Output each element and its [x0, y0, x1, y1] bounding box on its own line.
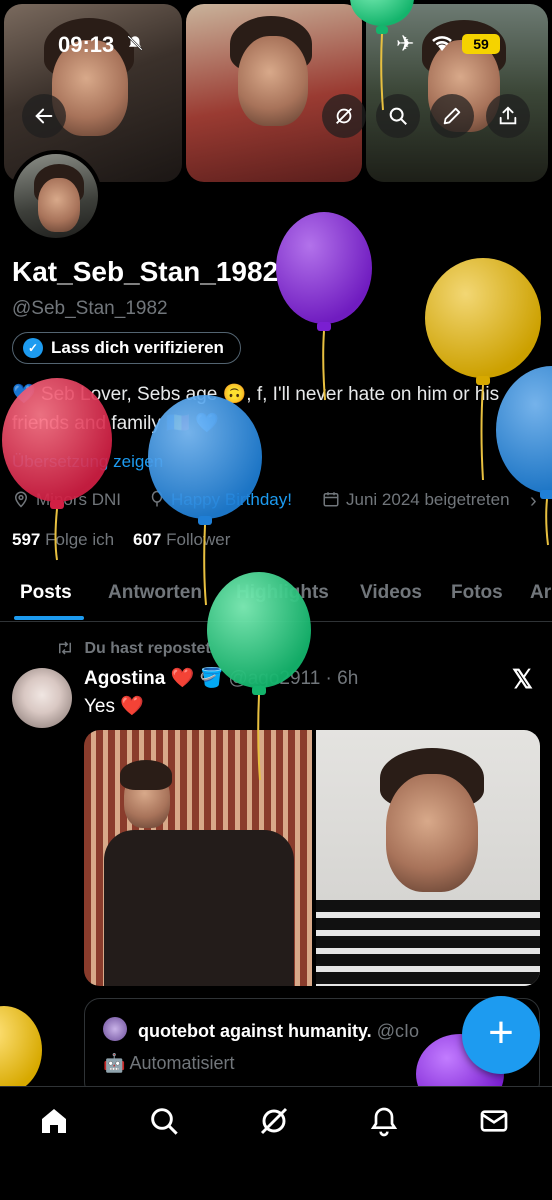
balloon-purple: [276, 212, 372, 401]
search-button[interactable]: [376, 94, 420, 138]
post-image-1[interactable]: [84, 730, 312, 986]
verified-badge-icon: ✓: [23, 338, 43, 358]
profile-tabs: Posts Antworten Highlights Videos Fotos …: [0, 568, 552, 622]
post-image-2[interactable]: [316, 730, 540, 986]
active-tab-indicator: [14, 616, 84, 620]
battery-indicator: 59: [462, 34, 500, 54]
repost-icon: [56, 640, 84, 657]
profile-handle: @Seb_Stan_1982: [12, 298, 168, 319]
profile-meta: Minors DNI Happy Birthday! Juni 2024 bei…: [12, 490, 552, 516]
home-icon[interactable]: [38, 1105, 70, 1137]
quote-header: quotebot against humanity. @cIo: [103, 1017, 419, 1042]
chevron-right-icon[interactable]: ›: [530, 490, 537, 513]
post-text: Yes ❤️: [84, 696, 144, 717]
automated-text: Automatisiert: [129, 1053, 235, 1073]
share-icon: [499, 106, 517, 125]
balloon-yellow: [425, 258, 541, 481]
automated-label: 🤖 Automatisiert: [103, 1053, 234, 1074]
tab-photos[interactable]: Fotos: [451, 582, 503, 604]
translate-link[interactable]: Übersetzung zeigen: [12, 452, 163, 472]
tab-articles[interactable]: Ar: [530, 582, 551, 604]
location-pin-icon: [12, 490, 30, 513]
bell-icon[interactable]: [368, 1105, 400, 1137]
pencil-icon: [443, 107, 461, 125]
profile-bio: 💙 Seb Lover, Sebs age 🙃, f, I'll never h…: [12, 384, 500, 434]
mail-icon[interactable]: [478, 1105, 510, 1137]
following-count[interactable]: 597: [12, 530, 40, 549]
bottom-navigation: [0, 1086, 552, 1200]
balloon-yellow-bottom: [0, 1006, 42, 1094]
compose-post-button[interactable]: +: [462, 996, 540, 1074]
x-logo-icon: 𝕏: [512, 664, 533, 694]
balloon-link-icon: [148, 490, 166, 513]
repost-label: Du hast repostet: [84, 640, 211, 657]
repost-indicator: Du hast repostet: [56, 640, 211, 658]
grok-icon[interactable]: [258, 1105, 290, 1137]
profile-location: Minors DNI: [36, 490, 122, 509]
calendar-icon: [322, 490, 340, 513]
profile-website[interactable]: Happy Birthday!: [171, 490, 292, 510]
airplane-icon: ✈: [396, 31, 415, 56]
tab-highlights[interactable]: Highlights: [236, 582, 329, 604]
bell-slash-icon: [126, 34, 144, 57]
wifi-icon: [430, 34, 454, 52]
post-author-avatar[interactable]: [12, 668, 72, 728]
post-author-name[interactable]: Agostina ❤️ 🪣: [84, 668, 223, 689]
followers-count[interactable]: 607: [133, 530, 161, 549]
verify-label: Lass dich verifizieren: [51, 338, 224, 357]
tab-posts[interactable]: Posts: [20, 582, 72, 604]
back-button[interactable]: [22, 94, 66, 138]
tab-videos[interactable]: Videos: [360, 582, 422, 604]
post-handle-time[interactable]: @ago2911 · 6h: [228, 668, 358, 689]
share-button[interactable]: [486, 94, 530, 138]
search-icon: [389, 107, 407, 125]
edit-button[interactable]: [430, 94, 474, 138]
quote-author: quotebot against humanity.: [138, 1021, 372, 1041]
following-label[interactable]: Folge ich: [45, 530, 114, 549]
profile-avatar[interactable]: [10, 150, 102, 242]
profile-joined: Juni 2024 beigetreten: [346, 490, 510, 509]
grok-button[interactable]: [322, 94, 366, 138]
grok-icon: [336, 108, 352, 124]
quote-avatar: [103, 1017, 127, 1041]
verify-button[interactable]: ✓ Lass dich verifizieren: [12, 332, 241, 364]
profile-stats: 597 Folge ich 607 Follower: [12, 530, 230, 550]
post-header: Agostina ❤️ 🪣 @ago2911 · 6h: [84, 666, 358, 690]
followers-label[interactable]: Follower: [166, 530, 230, 549]
robot-icon: 🤖: [103, 1053, 126, 1073]
profile-name: Kat_Seb_Stan_1982: [12, 256, 279, 287]
search-icon[interactable]: [148, 1105, 180, 1137]
back-arrow-icon: [35, 108, 53, 124]
status-bar: 09:13 ✈ 59: [0, 28, 552, 64]
quote-handle: @cIo: [376, 1021, 419, 1041]
status-time: 09:13: [58, 32, 115, 57]
tab-replies[interactable]: Antworten: [108, 582, 202, 604]
